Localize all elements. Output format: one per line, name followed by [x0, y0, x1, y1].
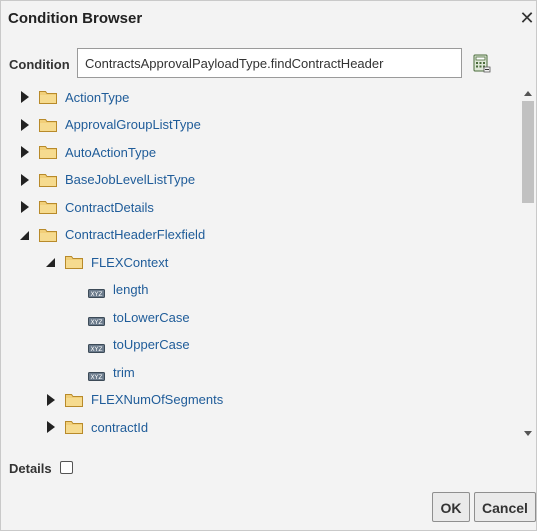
tree-panel[interactable]: ActionType ApprovalGroupListType AutoActio…	[9, 85, 536, 441]
condition-browser-dialog: Condition Browser ✕ Condition ActionType…	[0, 0, 537, 531]
triangle-right-icon[interactable]	[19, 173, 31, 187]
details-checkbox[interactable]	[60, 461, 73, 474]
tree-item-label[interactable]: AutoActionType	[65, 145, 156, 160]
expression-builder-icon[interactable]	[473, 54, 491, 73]
svg-text:XYZ: XYZ	[91, 319, 103, 326]
tree-folder-row[interactable]: contractId	[45, 417, 148, 437]
tree-folder-row[interactable]: FLEXContext	[45, 252, 168, 272]
folder-icon	[65, 393, 83, 407]
tree-scrollbar[interactable]	[521, 85, 535, 441]
tree-item-label[interactable]: length	[113, 282, 148, 297]
details-label: Details	[9, 461, 52, 476]
tree-folder-row[interactable]: ActionType	[19, 87, 129, 107]
tree-folder-row[interactable]: BaseJobLevelListType	[19, 170, 195, 190]
tree-method-row[interactable]: XYZ length	[88, 280, 148, 300]
tree-item-label[interactable]: contractId	[91, 420, 148, 435]
scroll-down-arrow-icon[interactable]	[524, 431, 532, 436]
tree-item-label[interactable]: ContractHeaderFlexfield	[65, 227, 205, 242]
folder-icon	[65, 420, 83, 434]
title-bar[interactable]: Condition Browser ✕	[1, 1, 536, 35]
svg-text:XYZ: XYZ	[91, 346, 103, 353]
cancel-button[interactable]: Cancel	[474, 492, 536, 522]
svg-text:XYZ: XYZ	[91, 374, 103, 381]
scroll-up-arrow-icon[interactable]	[524, 91, 532, 96]
triangle-right-icon[interactable]	[19, 200, 31, 214]
tree-method-row[interactable]: XYZ trim	[88, 362, 135, 382]
method-icon: XYZ	[88, 368, 105, 381]
folder-icon	[39, 173, 57, 187]
tree-item-label[interactable]: ContractDetails	[65, 200, 154, 215]
triangle-right-icon[interactable]	[19, 145, 31, 159]
folder-icon	[39, 90, 57, 104]
method-icon: XYZ	[88, 340, 105, 353]
triangle-right-icon[interactable]	[45, 393, 57, 407]
tree-folder-row[interactable]: FLEXNumOfSegments	[45, 390, 223, 410]
triangle-right-icon[interactable]	[45, 420, 57, 434]
folder-icon	[39, 228, 57, 242]
folder-icon	[39, 200, 57, 214]
tree-item-label[interactable]: toUpperCase	[113, 337, 190, 352]
tree-folder-row[interactable]: ContractHeaderFlexfield	[19, 225, 205, 245]
svg-text:XYZ: XYZ	[91, 291, 103, 298]
tree-item-label[interactable]: trim	[113, 365, 135, 380]
scroll-thumb[interactable]	[522, 101, 534, 203]
tree-item-label[interactable]: toLowerCase	[113, 310, 190, 325]
tree-item-label[interactable]: ApprovalGroupListType	[65, 117, 201, 132]
tree-folder-row[interactable]: ContractDetails	[19, 197, 154, 217]
tree-item-label[interactable]: BaseJobLevelListType	[65, 172, 195, 187]
condition-input[interactable]	[77, 48, 462, 78]
tree-item-label[interactable]: ActionType	[65, 90, 129, 105]
method-icon: XYZ	[88, 313, 105, 326]
tree-method-row[interactable]: XYZ toUpperCase	[88, 335, 190, 355]
triangle-right-icon[interactable]	[19, 90, 31, 104]
condition-label: Condition	[9, 57, 70, 72]
folder-icon	[39, 145, 57, 159]
triangle-down-icon[interactable]	[45, 255, 57, 269]
tree-method-row[interactable]: XYZ toLowerCase	[88, 307, 190, 327]
tree-folder-row[interactable]: ApprovalGroupListType	[19, 115, 201, 135]
triangle-down-icon[interactable]	[19, 228, 31, 242]
ok-button[interactable]: OK	[432, 492, 470, 522]
tree-item-label[interactable]: FLEXContext	[91, 255, 168, 270]
folder-icon	[39, 118, 57, 132]
folder-icon	[65, 255, 83, 269]
method-icon: XYZ	[88, 285, 105, 298]
tree-item-label[interactable]: FLEXNumOfSegments	[91, 392, 223, 407]
tree-folder-row[interactable]: AutoActionType	[19, 142, 156, 162]
dialog-title: Condition Browser	[8, 10, 143, 27]
close-icon[interactable]: ✕	[519, 9, 535, 27]
triangle-right-icon[interactable]	[19, 118, 31, 132]
